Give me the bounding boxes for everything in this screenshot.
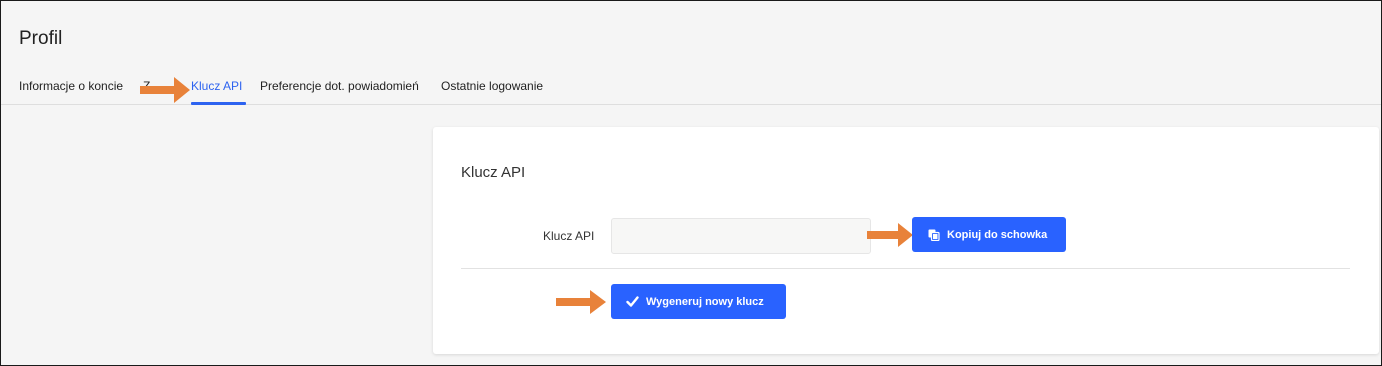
arrow-right-icon [867,223,913,247]
tab-notification-preferences[interactable]: Preferencje dot. powiadomień [260,79,419,93]
copy-button-label: Kopiuj do schowka [947,228,1048,241]
generate-new-key-button[interactable]: Wygeneruj nowy klucz [611,284,786,319]
page-header: Profil Informacje o koncie Z Klucz API P… [1,1,1381,105]
api-key-label: Klucz API [543,229,595,243]
check-icon [626,296,639,307]
page-title: Profil [19,28,63,49]
copy-icon [928,229,940,241]
copy-to-clipboard-button[interactable]: Kopiuj do schowka [912,217,1066,252]
tab-last-login[interactable]: Ostatnie logowanie [441,79,543,93]
api-key-field[interactable] [611,218,871,254]
active-tab-indicator [191,102,246,105]
tab-account-info[interactable]: Informacje o koncie [19,79,123,93]
arrow-right-icon [140,77,190,103]
card-title: Klucz API [461,164,526,181]
api-key-card: Klucz API Klucz API Kopiuj do schowka Wy… [433,127,1379,354]
arrow-right-icon [556,290,606,314]
divider [461,268,1350,269]
tab-api-key[interactable]: Klucz API [191,79,242,93]
generate-button-label: Wygeneruj nowy klucz [646,295,764,308]
